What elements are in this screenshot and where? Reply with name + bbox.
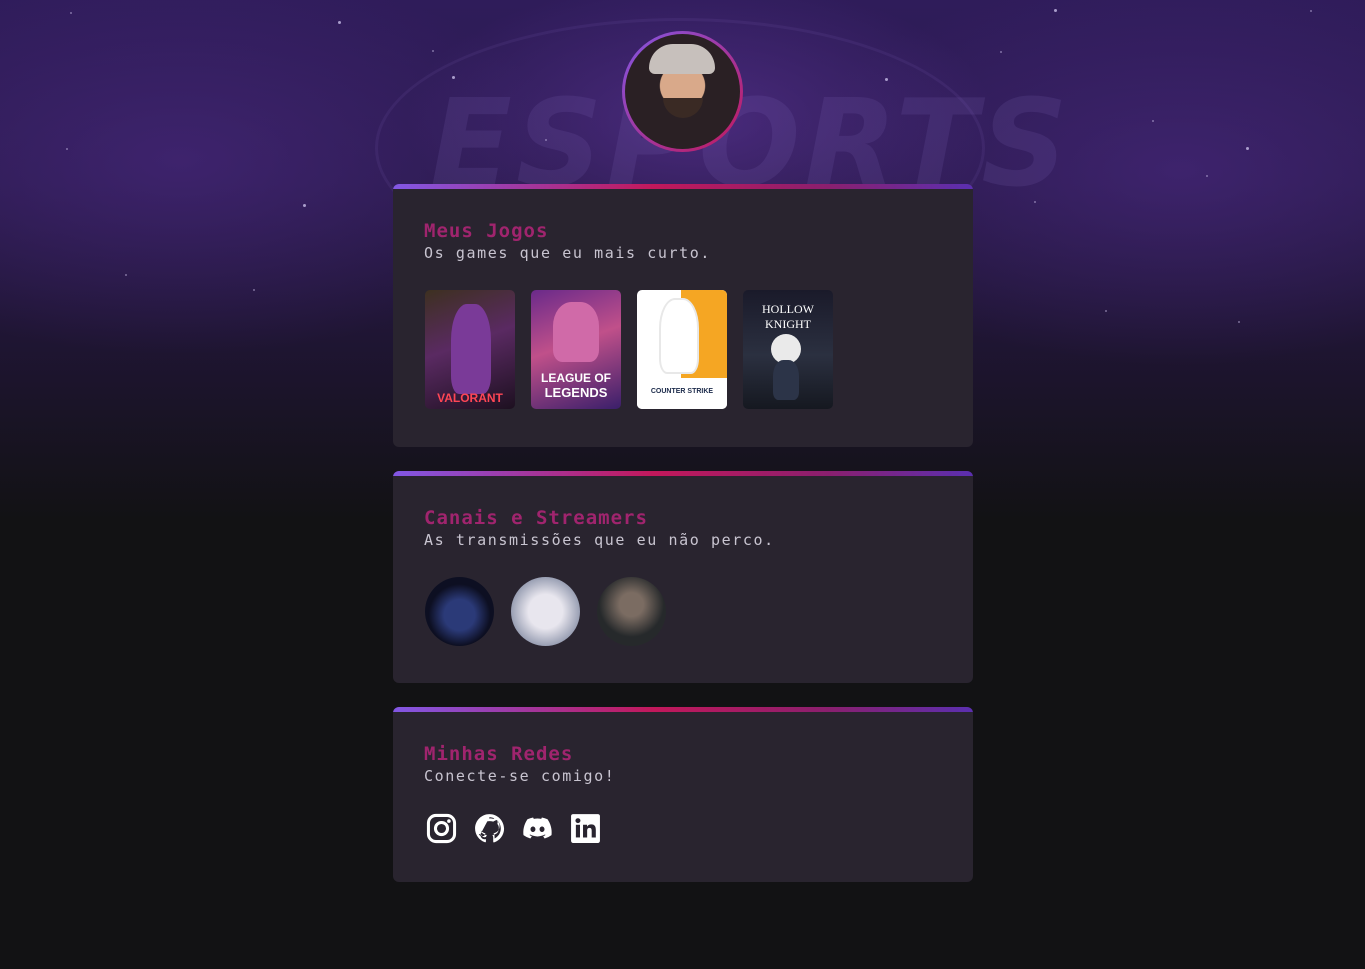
social-card: Minhas Redes Conecte-se comigo! <box>393 707 973 882</box>
game-valorant[interactable]: VALORANT <box>425 290 515 409</box>
game-art <box>553 302 599 362</box>
star <box>303 204 306 207</box>
streamer-avatar-3[interactable] <box>597 577 666 646</box>
star <box>1000 51 1002 53</box>
star <box>338 21 341 24</box>
star <box>125 274 127 276</box>
streamers-card-title: Canais e Streamers <box>424 507 648 529</box>
games-card: Meus Jogos Os games que eu mais curto. V… <box>393 184 973 447</box>
avatar-beard <box>663 98 703 118</box>
star <box>253 289 255 291</box>
star <box>1054 9 1057 12</box>
instagram-link[interactable] <box>425 812 458 845</box>
star <box>1246 147 1249 150</box>
social-card-subtitle: Conecte-se comigo! <box>424 767 616 785</box>
games-card-subtitle: Os games que eu mais curto. <box>424 244 712 262</box>
star <box>1034 201 1036 203</box>
social-card-title: Minhas Redes <box>424 743 574 765</box>
game-title: VALORANT <box>437 391 503 405</box>
star <box>1152 120 1154 122</box>
streamers-card: Canais e Streamers As transmissões que e… <box>393 471 973 683</box>
star <box>1310 10 1312 12</box>
star <box>885 78 888 81</box>
game-title: COUNTER STRIKE <box>650 388 714 395</box>
instagram-icon <box>426 813 457 844</box>
star <box>432 50 434 52</box>
game-hollow-knight[interactable]: HOLLOW KNIGHT <box>743 290 833 409</box>
github-link[interactable] <box>473 812 506 845</box>
star <box>452 76 455 79</box>
star <box>545 139 547 141</box>
discord-icon <box>523 817 552 839</box>
github-icon <box>475 814 505 843</box>
star <box>1105 310 1107 312</box>
streamer-avatar-2[interactable] <box>511 577 580 646</box>
discord-link[interactable] <box>521 812 554 845</box>
star <box>70 12 72 14</box>
game-title-line-1: LEAGUE OF <box>540 371 611 385</box>
game-art <box>659 298 699 374</box>
game-art <box>451 304 491 394</box>
avatar-hair <box>649 44 715 74</box>
game-counter-strike[interactable]: COUNTER STRIKE <box>637 290 727 409</box>
star <box>66 148 68 150</box>
game-art-body <box>773 360 799 400</box>
star <box>1238 321 1240 323</box>
game-league-of-legends[interactable]: LEAGUE OF LEGENDS <box>531 290 621 409</box>
streamers-card-subtitle: As transmissões que eu não perco. <box>424 531 775 549</box>
game-title-line-2: LEGENDS <box>544 385 608 400</box>
profile-avatar-image <box>625 34 740 149</box>
games-card-title: Meus Jogos <box>424 220 549 242</box>
linkedin-icon <box>571 814 600 843</box>
streamer-avatar-1[interactable] <box>425 577 494 646</box>
profile-avatar <box>622 31 743 152</box>
star <box>1206 175 1208 177</box>
game-title: HOLLOW KNIGHT <box>762 302 814 331</box>
linkedin-link[interactable] <box>569 812 602 845</box>
